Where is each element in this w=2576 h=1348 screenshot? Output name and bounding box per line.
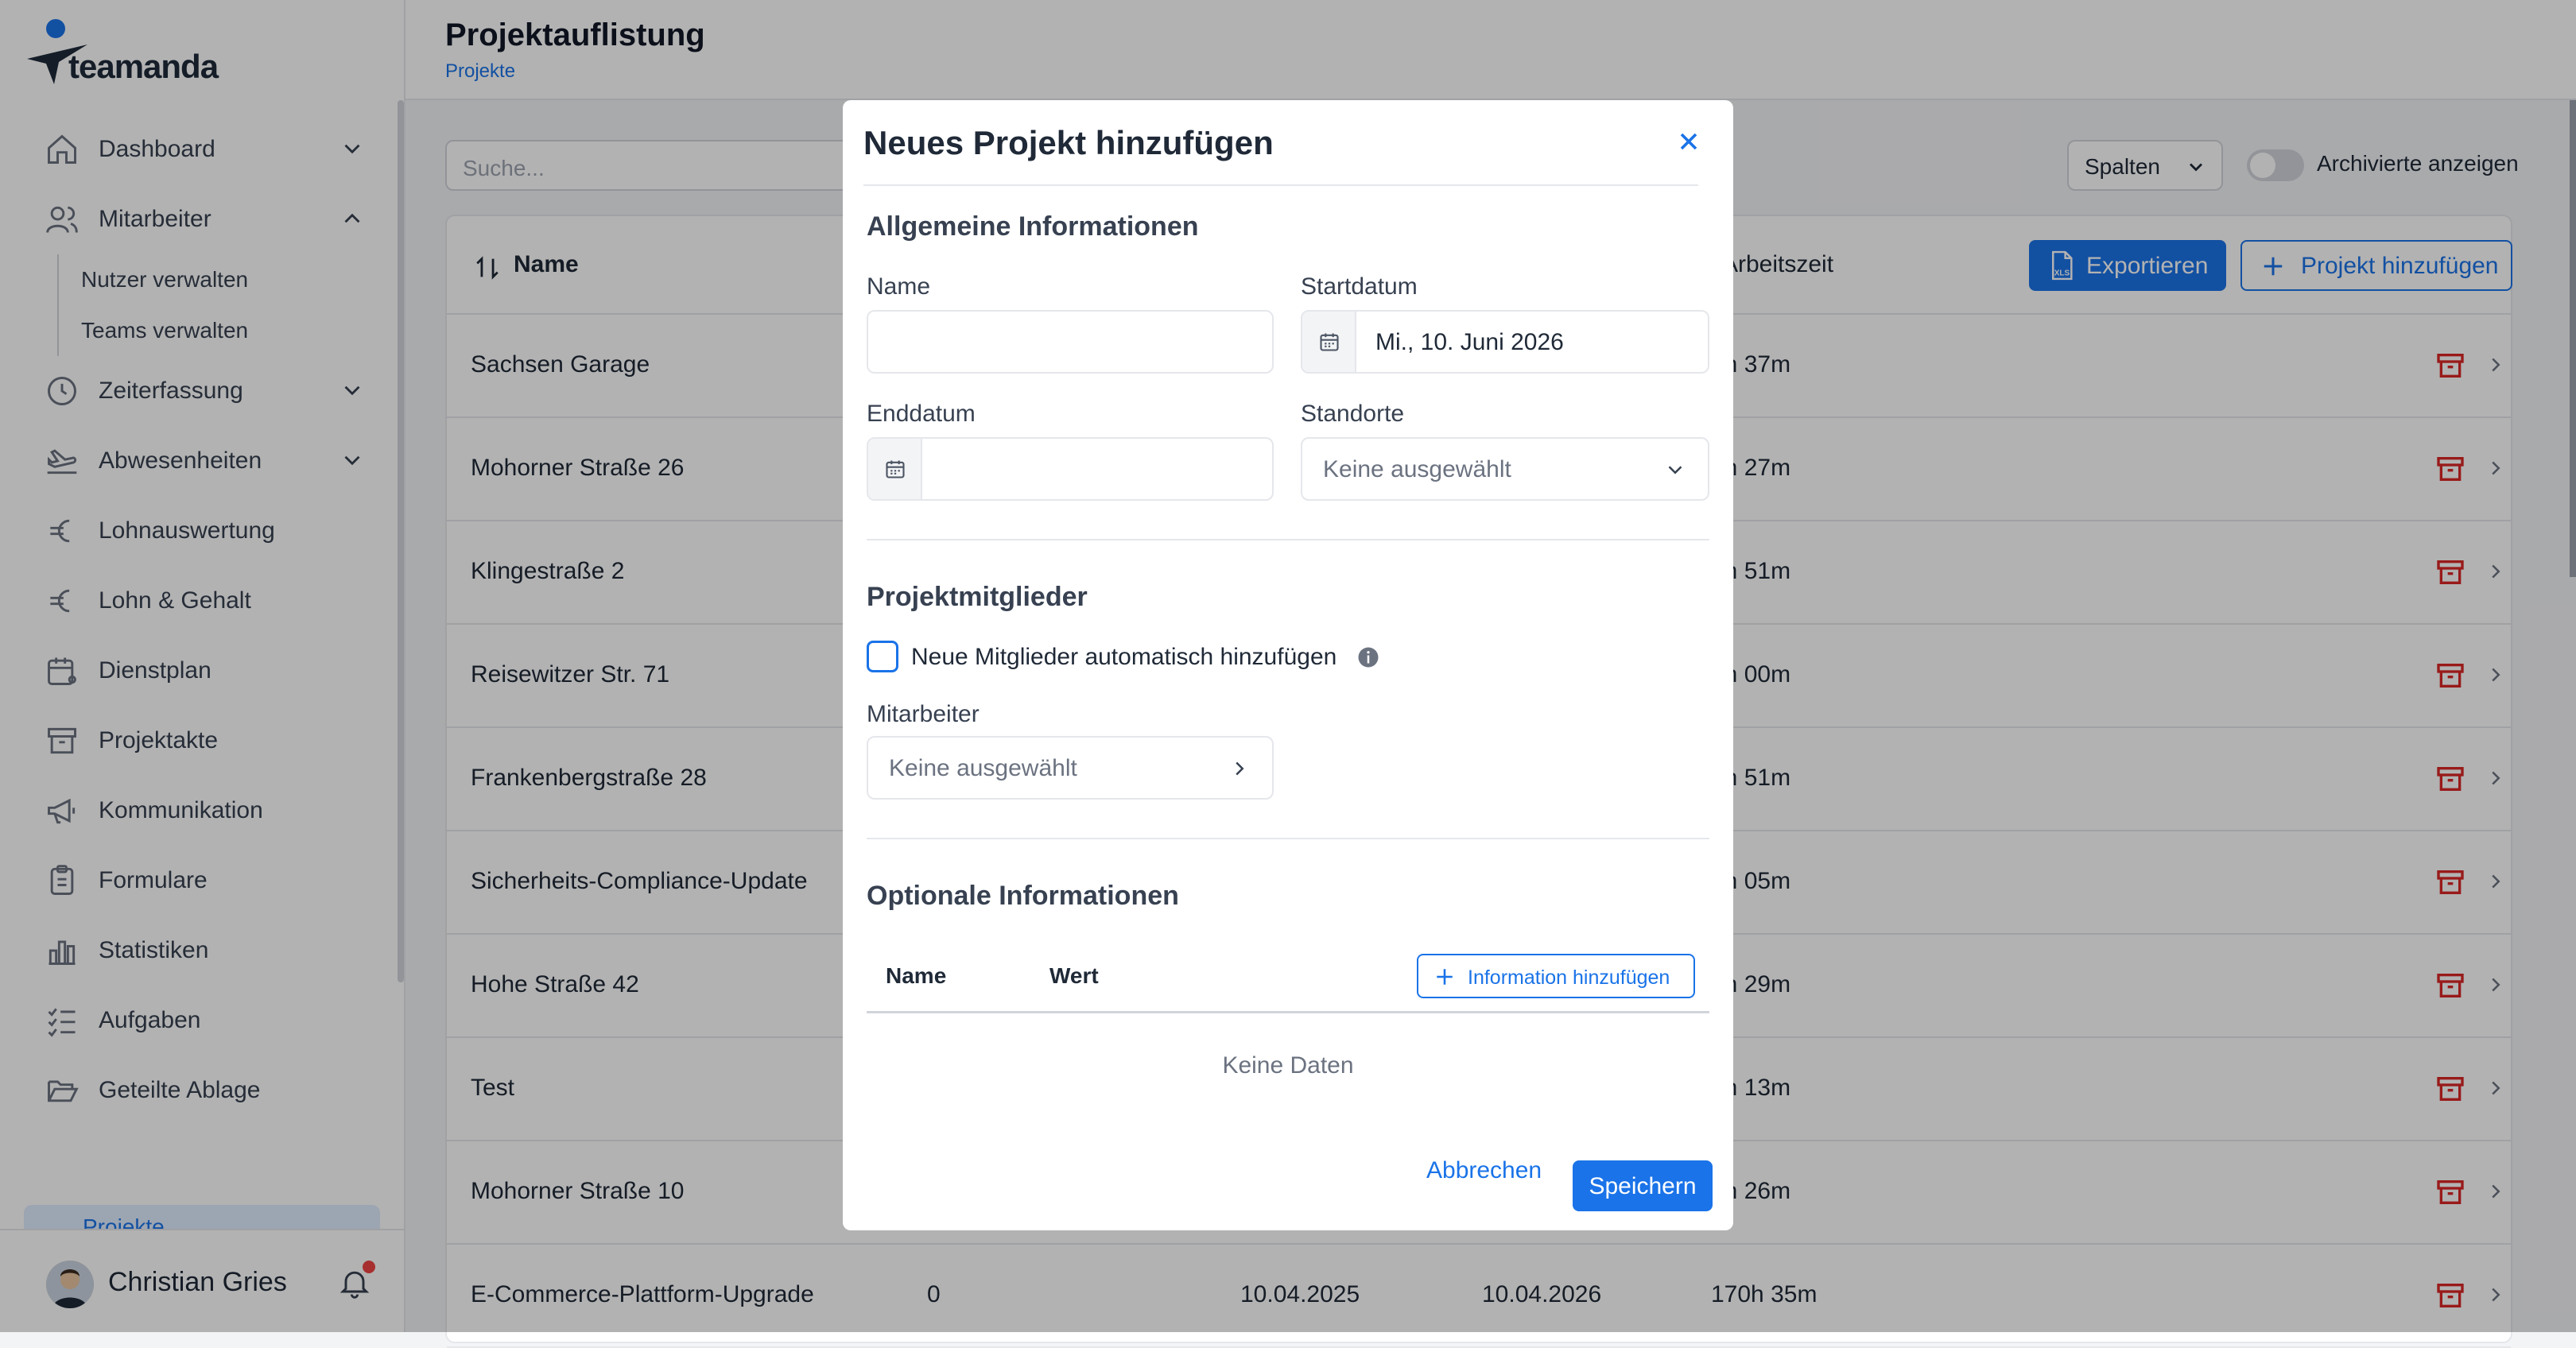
save-button[interactable]: Speichern <box>1573 1160 1713 1211</box>
plus-icon <box>1437 969 1453 985</box>
locations-select[interactable]: Keine ausgewählt <box>1301 437 1709 501</box>
calendar-icon <box>886 460 905 478</box>
calendar-button[interactable] <box>1302 312 1356 372</box>
close-icon[interactable] <box>1674 127 1703 156</box>
locations-value: Keine ausgewählt <box>1323 456 1511 482</box>
divider <box>867 539 1709 540</box>
auto-add-checkbox[interactable] <box>867 641 898 672</box>
employees-value: Keine ausgewählt <box>889 755 1077 781</box>
start-date-label: Startdatum <box>1301 273 1418 300</box>
calendar-icon <box>1320 333 1339 351</box>
optional-column-name: Name <box>886 963 947 988</box>
employees-select[interactable]: Keine ausgewählt <box>867 736 1274 800</box>
name-label: Name <box>867 273 931 300</box>
divider <box>867 1011 1709 1013</box>
section-optional-title: Optionale Informationen <box>867 881 1179 911</box>
employees-label: Mitarbeiter <box>867 701 980 727</box>
calendar-button[interactable] <box>868 439 922 499</box>
optional-column-value: Wert <box>1049 963 1099 988</box>
divider <box>863 184 1698 186</box>
empty-state-text: Keine Daten <box>1222 1052 1354 1079</box>
add-information-button[interactable]: Information hinzufügen <box>1417 954 1695 998</box>
start-date-value: Mi., 10. Juni 2026 <box>1375 329 1564 355</box>
locations-label: Standorte <box>1301 401 1405 427</box>
add-information-label: Information hinzufügen <box>1468 966 1670 989</box>
chevron-right-icon <box>1236 761 1244 776</box>
name-field[interactable] <box>867 310 1274 374</box>
chevron-down-icon <box>1668 466 1682 475</box>
divider <box>867 838 1709 839</box>
start-date-field[interactable]: Mi., 10. Juni 2026 <box>1301 310 1709 374</box>
section-general-title: Allgemeine Informationen <box>867 211 1199 242</box>
end-date-field[interactable] <box>867 437 1274 501</box>
dialog-title: Neues Projekt hinzufügen <box>863 124 1274 161</box>
cancel-button[interactable]: Abbrechen <box>1426 1157 1542 1184</box>
auto-add-label[interactable]: Neue Mitglieder automatisch hinzufügen <box>911 644 1336 671</box>
section-members-title: Projektmitglieder <box>867 582 1088 612</box>
new-project-dialog: Neues Projekt hinzufügen Allgemeine Info… <box>843 100 1733 1230</box>
end-date-label: Enddatum <box>867 401 976 427</box>
info-icon[interactable] <box>1356 645 1380 669</box>
